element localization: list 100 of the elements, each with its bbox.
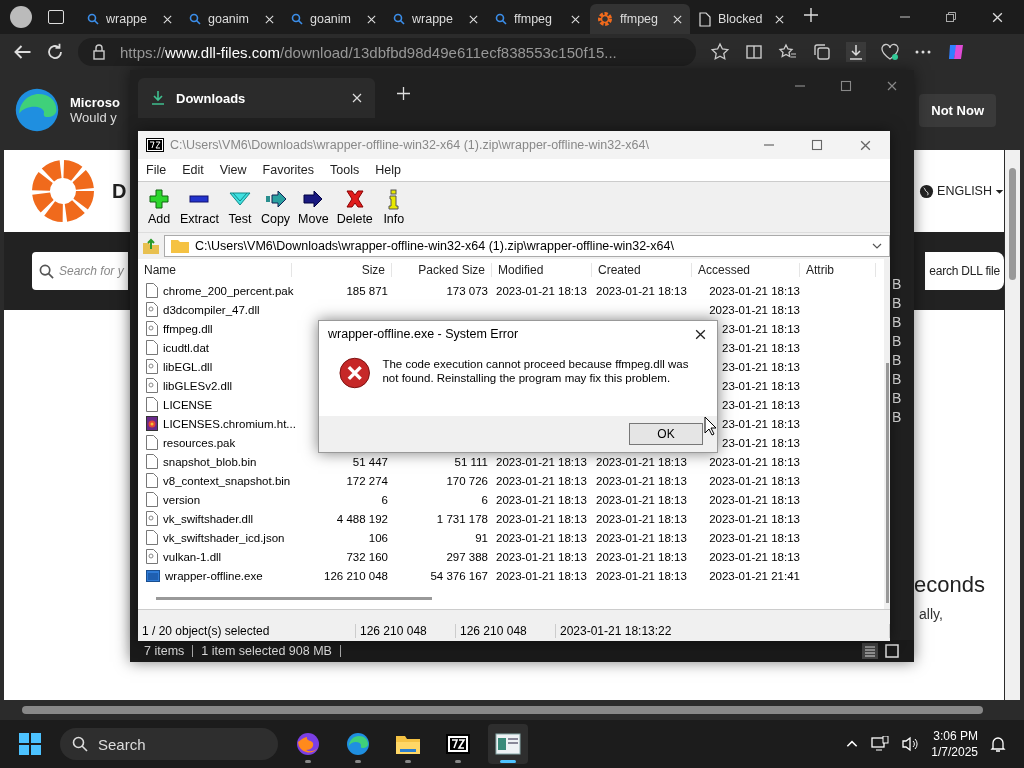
language-selector[interactable]: ENGLISH (919, 183, 1004, 199)
file-name[interactable]: vk_swiftshader_icd.json (138, 530, 292, 545)
download-icon[interactable] (846, 42, 866, 62)
gear-file-icon (146, 321, 158, 336)
file-name[interactable]: version (138, 492, 292, 507)
column-header[interactable]: Packed Size (392, 263, 492, 277)
menu-item[interactable]: Favorites (256, 163, 320, 177)
toolbar-button[interactable]: Move (294, 188, 333, 226)
toolbar-button[interactable]: Info (376, 188, 411, 226)
created-cell: 2023-01-21 18:13 (596, 569, 687, 582)
file-name[interactable]: LICENSE (138, 397, 292, 412)
file-name[interactable]: chrome_200_percent.pak (138, 283, 292, 298)
packed-size-cell: 297 388 (446, 550, 488, 563)
details-view-icon[interactable] (862, 643, 878, 659)
column-header[interactable]: Created (592, 263, 692, 277)
network-icon[interactable] (871, 736, 890, 752)
downloads-tab[interactable]: Downloads (138, 78, 375, 118)
item-count: 7 items (144, 644, 185, 658)
close-icon[interactable] (991, 10, 1004, 24)
tab-actions-icon[interactable] (48, 10, 64, 24)
clock-time[interactable]: 3:06 PM (931, 728, 978, 744)
new-tab-icon[interactable] (397, 87, 410, 100)
browser-tab[interactable]: goanim (182, 4, 282, 34)
address-field[interactable]: https://www.dll-files.com/download/13dbfbd98d49e611ecf838553c150f15... (78, 38, 696, 66)
toolbar-button[interactable]: Add (142, 188, 176, 226)
column-header[interactable]: Modified (492, 263, 592, 277)
size-fragment: B (892, 371, 902, 387)
clock-date[interactable]: 1/7/2025 (931, 744, 978, 760)
not-now-button[interactable]: Not Now (919, 93, 996, 127)
browser-tab[interactable]: Blocked (692, 4, 792, 34)
file-name[interactable]: vk_swiftshader.dll (138, 511, 292, 526)
toolbar-button[interactable]: Test (222, 188, 257, 226)
split-screen-icon[interactable] (744, 42, 764, 62)
column-header[interactable]: Accessed (692, 263, 800, 277)
colorful-file-icon (146, 416, 158, 431)
file-icon (146, 530, 158, 545)
maximize-icon[interactable] (840, 80, 852, 92)
column-header[interactable]: Size (292, 263, 392, 277)
vertical-scrollbar[interactable] (884, 359, 890, 609)
window-app-icon (495, 733, 521, 755)
menu-item[interactable]: File (140, 163, 173, 177)
ok-button[interactable]: OK (629, 423, 703, 445)
accessed-cell: 2023-01-21 18:13 (709, 474, 800, 487)
file-name[interactable]: wrapper-offline.exe (138, 568, 292, 583)
browser-tab[interactable]: wrappe (386, 4, 486, 34)
taskbar-app[interactable] (488, 724, 528, 764)
search-field[interactable]: Search for y (32, 252, 128, 290)
file-name[interactable]: libEGL.dll (138, 359, 292, 374)
collections-icon[interactable] (812, 42, 832, 62)
file-name[interactable]: resources.pak (138, 435, 292, 450)
column-header[interactable]: Name (138, 263, 292, 277)
gear-file-icon (146, 359, 158, 374)
file-name[interactable]: v8_context_snapshot.bin (138, 473, 292, 488)
toolbar-button[interactable]: Copy (256, 188, 295, 226)
menu-item[interactable]: View (213, 163, 253, 177)
bell-icon[interactable] (990, 735, 1006, 753)
browser-tab[interactable]: wrappe (80, 4, 180, 34)
arrow-icon (302, 188, 325, 210)
start-icon[interactable] (18, 732, 42, 756)
browser-tab[interactable]: goanim (284, 4, 384, 34)
browser-tab[interactable]: ffmpeg (488, 4, 588, 34)
menu-item[interactable]: Edit (176, 163, 210, 177)
size-fragment: B (892, 295, 902, 311)
back-icon[interactable] (14, 43, 32, 61)
browser-tab[interactable]: ffmpeg (590, 4, 690, 34)
restore-icon[interactable] (945, 11, 957, 23)
created-cell: 2023-01-21 18:13 (596, 455, 687, 468)
file-name[interactable]: d3dcompiler_47.dll (138, 302, 292, 317)
modified-cell: 2023-01-21 18:13 (496, 493, 587, 506)
globe-icon (919, 183, 935, 199)
toolbar-button[interactable]: Extract (176, 188, 223, 226)
file-name[interactable]: vulkan-1.dll (138, 549, 292, 564)
file-name[interactable]: icudtl.dat (138, 340, 292, 355)
size-cell: 4 488 192 (336, 512, 388, 525)
menu-item[interactable]: Help (369, 163, 407, 177)
up-folder-icon[interactable] (142, 237, 160, 255)
search-button[interactable]: earch DLL file (925, 252, 1004, 290)
vertical-scrollbar[interactable] (1005, 150, 1020, 700)
profile-avatar[interactable] (10, 6, 32, 28)
column-header[interactable]: Attrib (800, 263, 876, 277)
refresh-icon[interactable] (46, 43, 64, 61)
copilot-icon[interactable] (946, 42, 966, 62)
packed-size-cell: 54 376 167 (430, 569, 488, 582)
gear-file-icon (146, 511, 158, 526)
file-name[interactable]: libGLESv2.dll (138, 378, 292, 393)
menu-item[interactable]: Tools (324, 163, 366, 177)
horizontal-scrollbar[interactable] (156, 597, 432, 600)
speaker-icon[interactable] (901, 736, 920, 752)
file-name[interactable]: snapshot_blob.bin (138, 454, 292, 469)
close-icon[interactable] (694, 327, 707, 341)
star-icon[interactable] (710, 42, 730, 62)
heartbeat-icon[interactable] (880, 42, 900, 62)
modified-cell: 2023-01-21 18:13 (496, 569, 587, 582)
file-name[interactable]: ffmpeg.dll (138, 321, 292, 336)
new-tab-icon[interactable] (804, 8, 818, 22)
path-field[interactable]: C:\Users\VM6\Downloads\wrapper-offline-win32-x64 (1).zip\wrapper-offline-win32-x64\ (164, 235, 890, 257)
tiles-view-icon[interactable] (884, 643, 900, 659)
maximize-icon[interactable] (811, 138, 823, 151)
toolbar-button[interactable]: Delete (332, 188, 377, 226)
taskbar-search-field[interactable]: Search (60, 728, 278, 760)
